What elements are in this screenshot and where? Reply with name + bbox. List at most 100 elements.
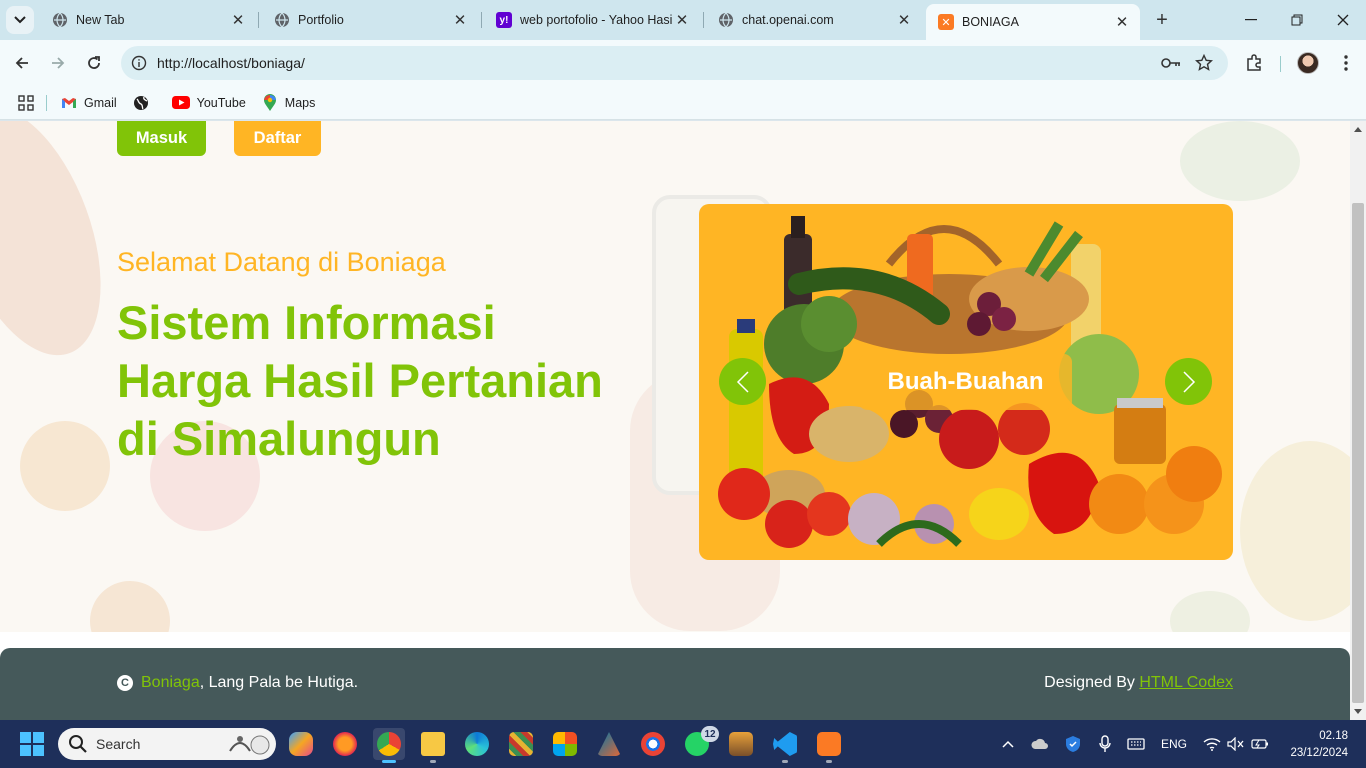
bookmark-youtube[interactable]: YouTube [171,95,246,111]
game-app[interactable] [505,728,537,760]
login-button[interactable]: Masuk [117,121,206,156]
browser-toolbar: http://localhost/boniaga/ [0,40,1366,86]
edge-icon [465,732,489,756]
close-tab-icon[interactable]: ✕ [894,10,914,30]
globe-icon [718,12,734,28]
headline-line: Harga Hasil Pertanian [117,354,603,407]
running-indicator [782,760,788,763]
windows-start-icon[interactable] [20,732,44,756]
minimize-icon [1245,19,1257,21]
whatsapp-app[interactable]: 12 [681,726,719,760]
new-tab-button[interactable]: + [1150,8,1174,32]
onedrive-icon[interactable] [1030,734,1050,754]
profile-button[interactable] [1293,48,1323,78]
minimize-button[interactable] [1228,0,1274,40]
system-clock[interactable]: 02.18 23/12/2024 [1290,728,1348,762]
register-button[interactable]: Daftar [234,121,321,156]
vscode-app[interactable] [769,728,801,763]
tab-title: New Tab [76,13,125,27]
background-greens-decoration [1180,121,1300,201]
tab-separator [481,12,482,28]
chevron-up-icon [1002,740,1014,748]
tab-strip: New Tab ✕ Portfolio ✕ y! web portofolio … [0,0,1366,40]
battery-icon[interactable] [1250,734,1270,754]
hero-carousel[interactable]: Buah-Buahan [699,204,1233,560]
tab-search-button[interactable] [6,6,34,34]
tab-new-tab[interactable]: New Tab ✕ [40,0,256,40]
restore-button[interactable] [1274,0,1320,40]
address-bar[interactable]: http://localhost/boniaga/ [121,46,1228,80]
xampp-app[interactable] [813,728,845,763]
menu-button[interactable] [1331,48,1361,78]
tab-portfolio[interactable]: Portfolio ✕ [262,0,478,40]
youtube-icon [171,95,190,111]
extensions-button[interactable] [1239,48,1269,78]
yahoo-icon: y! [496,12,512,28]
scroll-down-arrow[interactable] [1354,709,1362,714]
active-indicator [382,760,396,763]
security-shield-icon[interactable] [1063,734,1083,754]
bookmark-gmail[interactable]: Gmail [61,95,117,111]
carousel-prev-button[interactable] [719,358,766,405]
bookmarks-separator [46,94,47,111]
microsoft-store-app[interactable] [549,728,581,760]
tab-separator [703,12,704,28]
back-button[interactable] [7,48,37,78]
close-tab-icon[interactable]: ✕ [450,10,470,30]
bookmark-globe[interactable] [133,95,156,111]
background-potato-decoration [90,581,170,632]
tab-title: Portfolio [298,13,344,27]
chrome-app[interactable] [373,728,405,763]
welcome-subtitle: Selamat Datang di Boniaga [117,247,446,277]
close-tab-icon[interactable]: ✕ [672,10,692,30]
copyright-icon: C [117,675,133,691]
password-key-icon[interactable] [1157,46,1185,80]
file-explorer-app[interactable] [417,728,449,763]
reload-button[interactable] [79,48,109,78]
chrome-profile-app[interactable] [637,728,669,760]
firefox-app[interactable] [329,728,361,760]
tab-yahoo-search[interactable]: y! web portofolio - Yahoo Hasil ✕ [484,0,700,40]
site-footer: C Boniaga , Lang Pala be Hutiga. Designe… [0,648,1350,720]
copilot-app[interactable] [285,728,317,760]
restore-icon [1291,14,1303,26]
microphone-icon[interactable] [1095,734,1115,754]
photo-app[interactable] [725,728,757,760]
headline-line: di Simalungun [117,412,441,465]
wifi-icon[interactable] [1202,734,1222,754]
close-window-button[interactable] [1320,0,1366,40]
show-hidden-icons-button[interactable] [1000,734,1016,754]
notification-badge: 12 [701,726,719,742]
bookmark-maps[interactable]: Maps [262,93,315,111]
page-title: Sistem Informasi Harga Hasil Pertanian d… [117,294,657,468]
clock-time: 02.18 [1319,730,1348,742]
tab-title: chat.openai.com [742,13,834,27]
url-text[interactable]: http://localhost/boniaga/ [157,55,305,71]
background-corn-decoration [1240,441,1350,621]
footer-brand-link[interactable]: Boniaga [141,674,200,692]
tab-boniaga[interactable]: ✕ BONIAGA ✕ [926,4,1140,40]
matlab-app[interactable] [593,728,625,760]
puzzle-icon [1247,54,1261,71]
arrow-right-icon [52,57,65,69]
carousel-next-button[interactable] [1165,358,1212,405]
xampp-icon [817,732,841,756]
close-tab-icon[interactable]: ✕ [1112,12,1132,32]
page-scrollbar[interactable] [1350,121,1366,720]
tab-chat-openai[interactable]: chat.openai.com ✕ [706,0,922,40]
scroll-up-arrow[interactable] [1354,127,1362,132]
keyboard-icon[interactable] [1126,734,1146,754]
folder-icon [421,732,445,756]
bookmark-star-icon[interactable] [1190,46,1218,80]
language-indicator[interactable]: ENG [1158,734,1190,754]
html-codex-link[interactable]: HTML Codex [1139,674,1233,691]
forward-button[interactable] [43,48,73,78]
globe-icon [274,12,290,28]
close-tab-icon[interactable]: ✕ [228,10,248,30]
scroll-thumb[interactable] [1352,203,1364,703]
site-info-icon[interactable] [129,53,149,73]
apps-grid-icon[interactable] [18,94,34,111]
volume-muted-icon[interactable] [1226,734,1246,754]
edge-app[interactable] [461,728,493,760]
taskbar-search[interactable]: Search [58,728,276,760]
